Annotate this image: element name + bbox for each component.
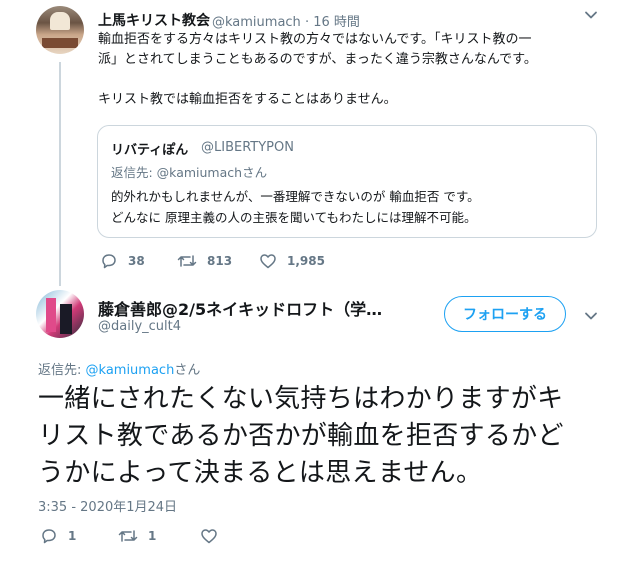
author-handle[interactable]: @daily_cult4	[98, 319, 181, 334]
quoted-tweet-text: 的外れかもしれませんが、一番理解できないのが 輸血拒否 です。 どんなに 原理主…	[111, 186, 591, 228]
time-ago: 16 時間	[313, 15, 360, 30]
author-handle-and-time[interactable]: @kamiumach · 16 時間	[212, 11, 360, 30]
avatar[interactable]	[36, 290, 84, 338]
chevron-down-icon[interactable]	[582, 307, 600, 325]
dot-separator: ·	[304, 15, 314, 30]
quoted-reply-to: 返信先: @kamiumachさん	[111, 165, 268, 180]
reply-to-link[interactable]: @kamiumach	[86, 363, 175, 378]
quoted-tweet[interactable]: リバティぽん @LIBERTYPON 返信先: @kamiumachさん 的外れ…	[97, 125, 597, 238]
tweet-text-line: 派」とされてしまうこともあるのですが、まったく違う宗教さんなんです。	[98, 52, 537, 67]
retweet-icon	[118, 530, 138, 542]
avatar[interactable]	[36, 6, 84, 54]
tweet-text-line: 一緒にされたくない気持ちはわかりますがキ	[38, 384, 564, 414]
avatar-figure-graphic	[60, 304, 72, 334]
tweet-text-line: 輸血拒否をする方々はキリスト教の方々ではないんです。「キリスト教の一	[98, 32, 532, 47]
tweet-text-line: リスト教であるか否かが輸血を拒否するかど	[38, 421, 564, 451]
author-name[interactable]: 上馬キリスト教会	[98, 10, 210, 30]
reply-to-suffix: さん	[174, 363, 201, 378]
retweet-count: 813	[207, 254, 233, 268]
church-pews-graphic	[42, 38, 78, 48]
retweet-button[interactable]: 1	[118, 527, 156, 545]
quoted-author-name: リバティぽん	[111, 143, 189, 158]
tweet-text: 輸血拒否をする方々はキリスト教の方々ではないんです。「キリスト教の一 派」とされ…	[98, 30, 588, 110]
church-window-graphic	[50, 12, 70, 30]
heart-icon	[201, 529, 217, 544]
quoted-author-handle: @LIBERTYPON	[201, 140, 294, 155]
quoted-text-line: 的外れかもしれませんが、一番理解できないのが 輸血拒否 です。	[111, 189, 480, 204]
retweet-icon	[177, 255, 197, 267]
tweet-text: 一緒にされたくない気持ちはわかりますがキ リスト教であるか否かが輸血を拒否するか…	[38, 381, 598, 492]
reply-to-prefix: 返信先:	[38, 363, 86, 378]
retweet-count: 1	[148, 529, 157, 543]
reply-button[interactable]: 38	[100, 252, 145, 270]
tweet-text-line: キリスト教では輸血拒否をすることはありません。	[98, 92, 397, 107]
author-name[interactable]: 藤倉善郎@2/5ネイキッドロフト（学…	[98, 296, 418, 320]
heart-icon	[260, 254, 276, 269]
tweet-text-line: うかによって決まるとは思えません。	[38, 458, 483, 488]
like-button[interactable]	[200, 527, 228, 545]
retweet-button[interactable]: 813	[177, 252, 232, 270]
chevron-down-icon[interactable]	[582, 6, 600, 24]
reply-count: 1	[68, 529, 77, 543]
reply-button[interactable]: 1	[40, 527, 76, 545]
reply-to-line: 返信先: @kamiumachさん	[38, 359, 200, 378]
author-handle: @kamiumach	[212, 15, 301, 30]
like-count: 1,985	[287, 254, 325, 268]
tweet-timestamp[interactable]: 3:35 - 2020年1月24日	[38, 496, 177, 515]
quoted-text-line: どんなに 原理主義の人の主張を聞いてもわたしには理解不可能。	[111, 210, 477, 225]
follow-button[interactable]: フォローする	[444, 296, 566, 332]
reply-count: 38	[128, 254, 145, 268]
like-button[interactable]: 1,985	[259, 252, 325, 270]
reply-icon	[42, 529, 56, 544]
thread-connector-line	[59, 62, 61, 286]
avatar-figure-graphic	[46, 298, 56, 332]
reply-icon	[102, 254, 116, 269]
